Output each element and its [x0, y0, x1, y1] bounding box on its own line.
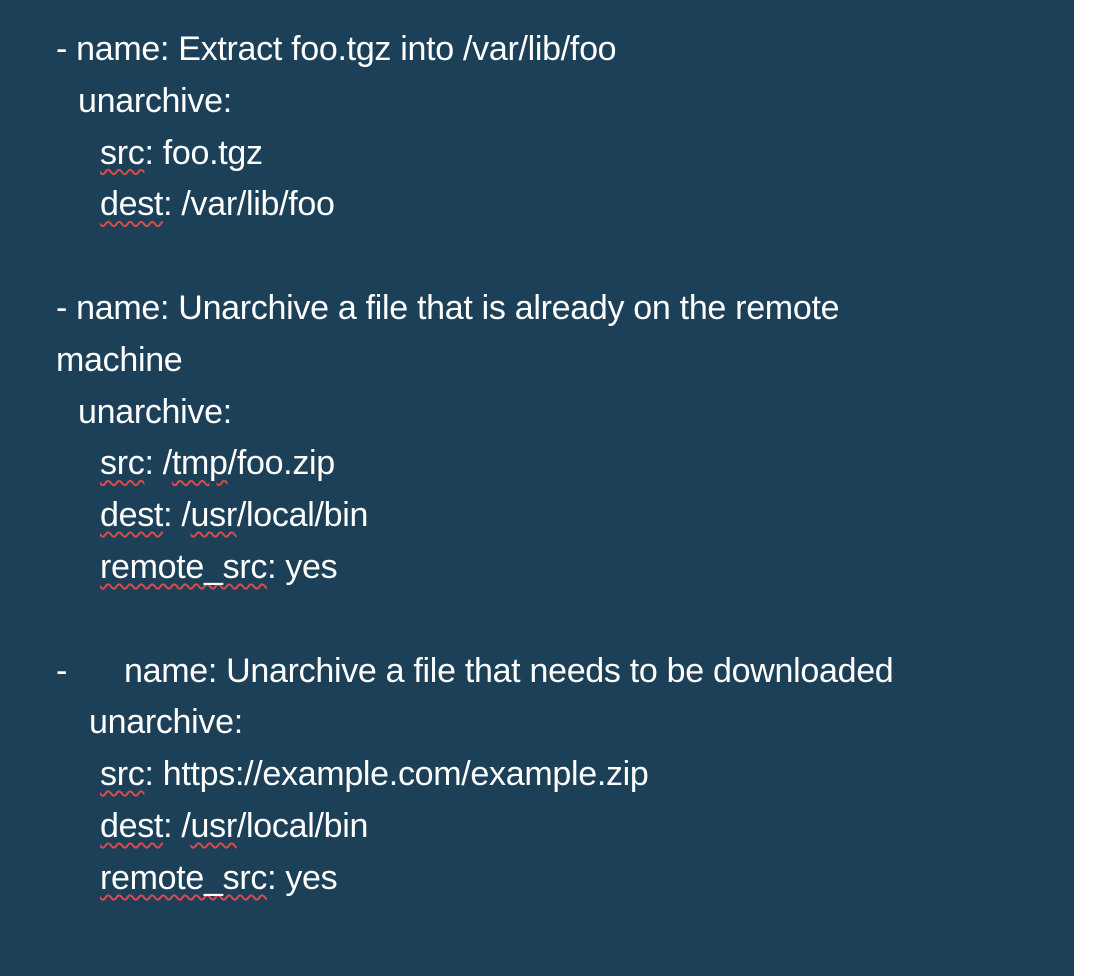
task-2-param-remote-src: remote_src: yes [0, 542, 1074, 594]
param-value: : / [144, 444, 172, 483]
task-3-param-remote-src: remote_src: yes [0, 853, 1074, 905]
param-value-path-segment: usr [190, 496, 238, 535]
param-value: : https://example.com/example.zip [144, 755, 649, 794]
param-value: /local/bin [236, 806, 369, 845]
param-value: : /var/lib/foo [163, 185, 335, 224]
task-1-param-dest: dest: /var/lib/foo [0, 179, 1074, 231]
task-2-param-dest: dest: /usr/local/bin [0, 490, 1074, 542]
param-key: dest [100, 496, 164, 535]
task-2-name-line-continued: machine [56, 340, 183, 379]
param-value: /local/bin [236, 496, 369, 535]
param-key: remote_src [100, 858, 268, 897]
task-1-param-src: src: foo.tgz [0, 128, 1074, 180]
task-1-module: unarchive: [78, 81, 232, 120]
param-value: : / [163, 806, 191, 845]
param-value: : / [163, 496, 191, 535]
param-value-path-segment: tmp [171, 444, 228, 483]
param-value: /foo.zip [227, 444, 336, 483]
param-key: src [100, 133, 145, 172]
task-2-name-line: - name: Unarchive a file that is already… [56, 288, 840, 327]
param-key: src [100, 444, 145, 483]
slide: - name: Extract foo.tgz into /var/lib/fo… [0, 0, 1074, 976]
param-key: src [100, 755, 145, 794]
task-3-param-src: src: https://example.com/example.zip [0, 749, 1074, 801]
param-key: dest [100, 185, 164, 224]
param-key: remote_src [100, 547, 268, 586]
task-3-param-dest: dest: /usr/local/bin [0, 801, 1074, 853]
task-3-name-line: - name: Unarchive a file that needs to be… [0, 646, 1074, 698]
task-3-module: unarchive: [89, 703, 243, 742]
task-2-param-src: src: /tmp/foo.zip [0, 438, 1074, 490]
yaml-code-block: - name: Extract foo.tgz into /var/lib/fo… [0, 24, 1074, 905]
task-1-name-line: - name: Extract foo.tgz into /var/lib/fo… [56, 30, 617, 68]
task-2-module: unarchive: [78, 392, 232, 431]
list-dash: - [56, 651, 68, 690]
param-value: : foo.tgz [144, 133, 263, 172]
param-key: dest [100, 806, 164, 845]
param-value: : yes [267, 547, 338, 586]
param-value: : yes [267, 858, 338, 897]
task-3-name-text: name: Unarchive a file that needs to be … [124, 651, 894, 690]
param-value-path-segment: usr [190, 806, 238, 845]
